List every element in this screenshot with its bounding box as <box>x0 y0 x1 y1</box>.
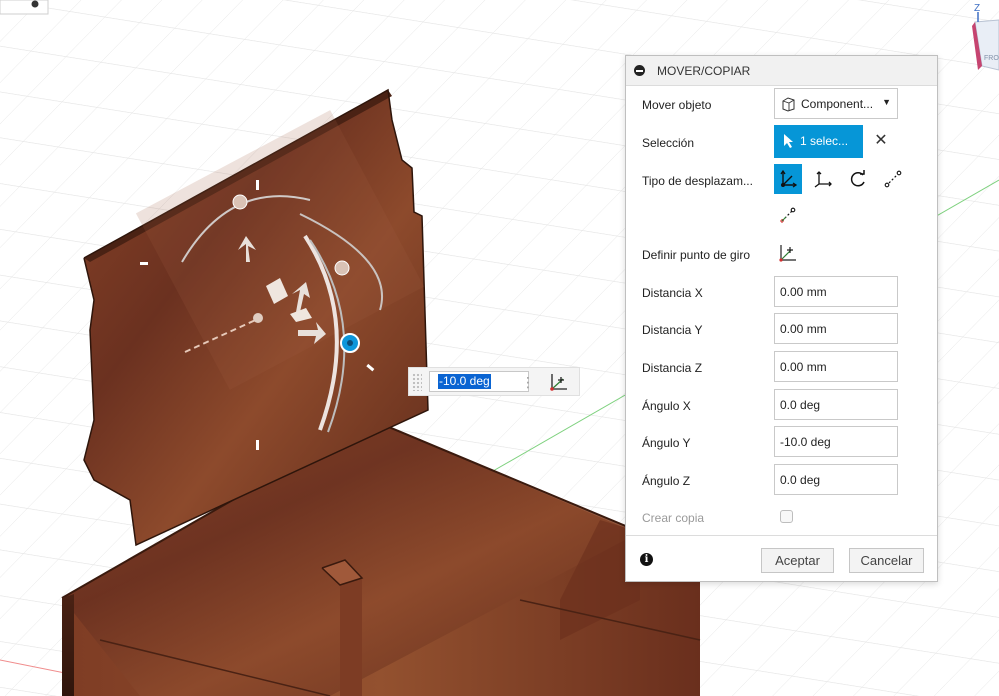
dialog-title: MOVER/COPIAR <box>657 64 751 78</box>
toolbar-dot-icon <box>31 0 39 8</box>
selection-button[interactable]: 1 selec... <box>774 125 863 158</box>
angulo-z-label: Ángulo Z <box>642 474 691 488</box>
pivot-set-icon <box>779 245 796 262</box>
selection-count: 1 selec... <box>800 134 849 148</box>
mover-objeto-dropdown[interactable]: Component... ▼ <box>774 88 898 119</box>
distancia-x-value: 0.00 mm <box>780 285 827 299</box>
mover-objeto-label: Mover objeto <box>642 98 712 112</box>
point-to-position-button[interactable] <box>774 200 802 230</box>
pivot-set-button[interactable] <box>774 238 802 268</box>
angle-float-input: -10.0 deg ⋮ <box>408 367 580 396</box>
distancia-z-label: Distancia Z <box>642 361 703 375</box>
angulo-y-label: Ángulo Y <box>642 436 691 450</box>
more-options-icon[interactable]: ⋮ <box>521 373 535 391</box>
angulo-x-label: Ángulo X <box>642 399 691 413</box>
distancia-z-input[interactable]: 0.00 mm <box>774 351 898 382</box>
angulo-x-value: 0.0 deg <box>780 398 821 412</box>
crear-copia-label: Crear copia <box>642 511 705 525</box>
chevron-down-icon: ▼ <box>882 97 891 107</box>
distancia-z-value: 0.00 mm <box>780 360 827 374</box>
point-to-point-button[interactable] <box>879 164 907 194</box>
crear-copia-checkbox[interactable] <box>780 510 793 523</box>
rotate-icon <box>850 170 865 187</box>
point-to-point-icon <box>884 170 902 188</box>
angulo-x-input[interactable]: 0.0 deg <box>774 389 898 420</box>
view-cube-z-label: Z <box>974 3 980 14</box>
free-move-button[interactable] <box>774 164 802 194</box>
info-icon[interactable]: i <box>640 553 653 566</box>
cursor-arrow-icon <box>784 134 793 148</box>
drag-grip-icon[interactable] <box>412 373 422 391</box>
cancel-button[interactable]: Cancelar <box>849 548 924 573</box>
move-copy-dialog: MOVER/COPIAR Mover objeto Component... ▼… <box>625 55 938 582</box>
component-icon <box>782 97 795 112</box>
dialog-divider <box>626 535 937 536</box>
distancia-x-input[interactable]: 0.00 mm <box>774 276 898 307</box>
seleccion-label: Selección <box>642 136 695 150</box>
translate-button[interactable] <box>809 164 837 194</box>
free-move-icon <box>780 169 798 188</box>
angulo-y-value: -10.0 deg <box>780 435 831 449</box>
dialog-title-bar[interactable]: MOVER/COPIAR <box>626 56 937 86</box>
punto-giro-label: Definir punto de giro <box>642 248 751 262</box>
collapse-icon[interactable] <box>634 65 645 76</box>
mover-objeto-value: Component... <box>801 97 874 111</box>
distancia-y-label: Distancia Y <box>642 323 703 337</box>
svg-text:FRO: FRO <box>984 55 999 62</box>
clear-selection-icon[interactable]: ✕ <box>873 133 889 149</box>
distancia-y-value: 0.00 mm <box>780 322 827 336</box>
point-to-position-icon <box>780 207 796 223</box>
tipo-desplazamiento-label: Tipo de desplazam... <box>642 174 753 188</box>
rotate-button[interactable] <box>844 164 872 194</box>
angulo-z-value: 0.0 deg <box>780 473 821 487</box>
distancia-y-input[interactable]: 0.00 mm <box>774 313 898 344</box>
translate-icon <box>814 171 832 188</box>
angle-input-value: -10.0 deg <box>438 374 491 389</box>
ok-button[interactable]: Aceptar <box>761 548 834 573</box>
angulo-y-input[interactable]: -10.0 deg <box>774 426 898 457</box>
pivot-point-icon[interactable] <box>548 371 570 393</box>
toolbar-fragment <box>0 0 49 15</box>
angle-input-field[interactable]: -10.0 deg <box>429 371 529 392</box>
distancia-x-label: Distancia X <box>642 286 703 300</box>
angulo-z-input[interactable]: 0.0 deg <box>774 464 898 495</box>
